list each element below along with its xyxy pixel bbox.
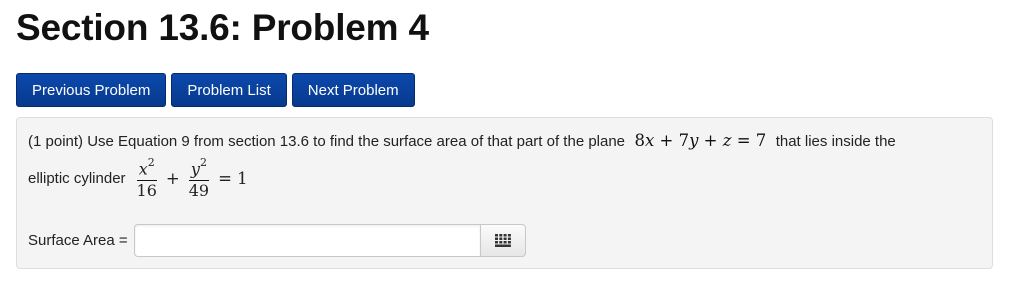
problem-tail-text: that lies inside the (775, 133, 896, 150)
page-title: Section 13.6: Problem 4 (16, 7, 429, 48)
problem-intro-text: (1 point) Use Equation 9 from section 13… (28, 133, 626, 150)
equals-one: = 1 (218, 168, 248, 188)
fraction-2-numerator: y (190, 159, 200, 179)
elliptic-cylinder-text: elliptic cylinder (28, 169, 126, 187)
surface-area-label: Surface Area = (28, 232, 128, 249)
page: Section 13.6: Problem 4 Previous Problem… (0, 0, 1024, 282)
problem-statement-line-2: elliptic cylinder x2 16 + y2 49 = 1 (28, 154, 252, 202)
grid-keypad-icon (494, 234, 511, 247)
fraction-1-denominator: 16 (136, 180, 157, 200)
surface-area-input[interactable] (133, 224, 480, 257)
answer-row: Surface Area = (28, 224, 526, 257)
plane-equation: 8x + 7y + z = 7 (634, 131, 767, 150)
fraction-2-exponent: 2 (199, 156, 207, 170)
plus-sign: + (165, 168, 180, 188)
fraction-y-squared-over-49: y2 49 (187, 155, 211, 200)
fraction-x-squared-over-16: x2 16 (135, 155, 159, 200)
fraction-1-numerator: x (138, 159, 148, 179)
equation-editor-button[interactable] (479, 224, 526, 257)
problem-panel: (1 point) Use Equation 9 from section 13… (16, 117, 993, 269)
fraction-1-exponent: 2 (147, 156, 155, 170)
next-problem-button[interactable]: Next Problem (291, 73, 415, 107)
fraction-2-denominator: 49 (188, 180, 210, 200)
problem-navigation: Previous Problem Problem List Next Probl… (16, 73, 415, 107)
problem-list-button[interactable]: Problem List (171, 73, 287, 107)
problem-statement-line-1: (1 point) Use Equation 9 from section 13… (28, 130, 896, 153)
previous-problem-button[interactable]: Previous Problem (16, 73, 167, 107)
